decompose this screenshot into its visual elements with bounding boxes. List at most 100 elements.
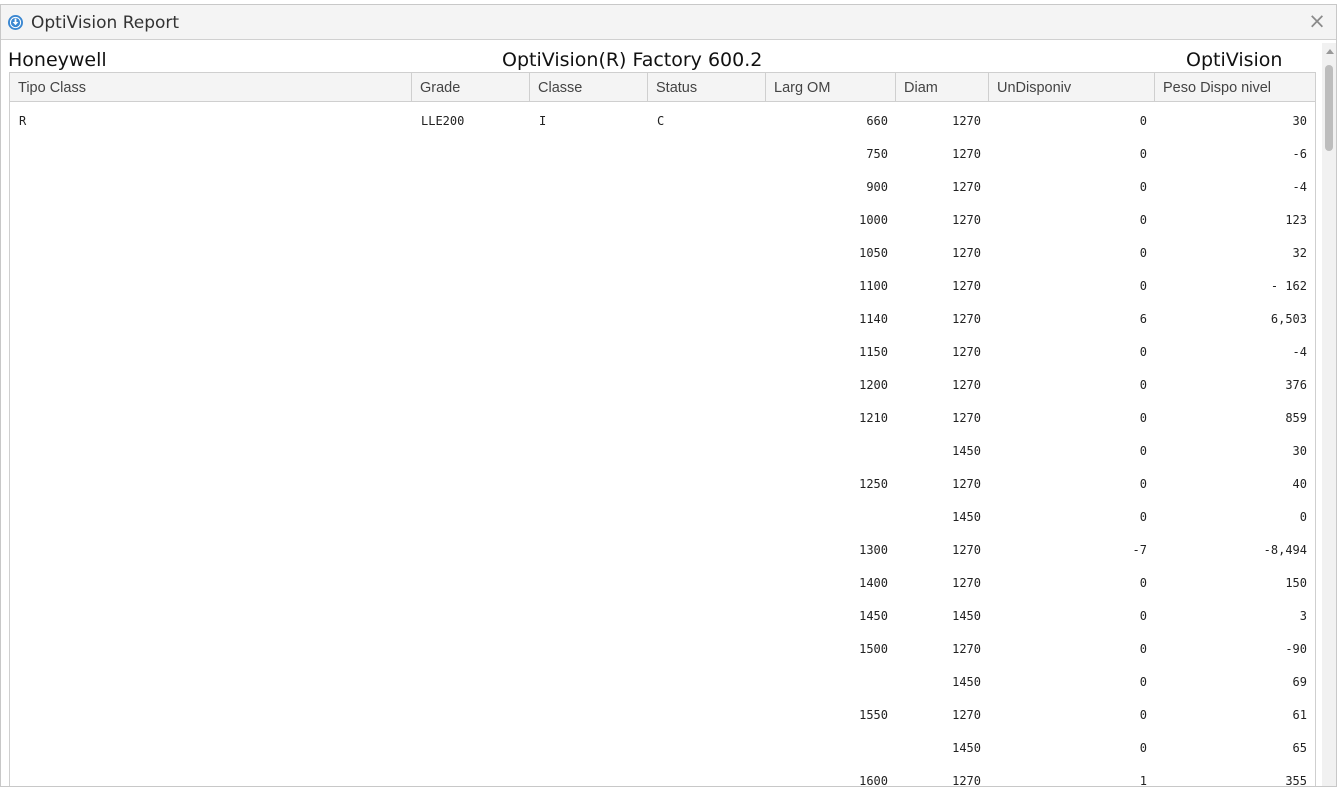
column-header-diam[interactable]: Diam xyxy=(896,73,989,101)
cell-undisponiv: 6 xyxy=(1139,312,1147,326)
cell-tipo-class xyxy=(10,135,412,168)
table-row[interactable]: 1550 1270 0 61 xyxy=(10,696,1315,729)
cell-undisponiv: 1 xyxy=(1139,774,1147,787)
cell-peso-dispo-nivel: 30 xyxy=(1292,114,1307,128)
close-button[interactable]: × xyxy=(1308,11,1326,32)
cell-larg-om: 1300 xyxy=(859,543,888,557)
cell-larg-om xyxy=(766,663,896,696)
cell-diam: 1270 xyxy=(952,147,981,161)
cell-grade xyxy=(412,762,530,786)
table-row[interactable]: 1100 1270 0 - 162 xyxy=(10,267,1315,300)
cell-classe xyxy=(530,366,648,399)
cell-diam: 1450 xyxy=(952,444,981,458)
table-row[interactable]: 1300 1270 -7 -8,494 xyxy=(10,531,1315,564)
cell-grade xyxy=(412,201,530,234)
table-row[interactable]: R LLE200 I C 660 1270 0 30 xyxy=(10,102,1315,135)
cell-diam: 1270 xyxy=(952,411,981,425)
cell-classe xyxy=(530,234,648,267)
cell-larg-om xyxy=(766,729,896,762)
cell-classe xyxy=(530,267,648,300)
column-header-tipo-class[interactable]: Tipo Class xyxy=(10,73,412,101)
cell-larg-om: 1140 xyxy=(859,312,888,326)
cell-tipo-class xyxy=(10,300,412,333)
scroll-up-arrow-icon[interactable] xyxy=(1326,49,1334,54)
table-row[interactable]: 1150 1270 0 -4 xyxy=(10,333,1315,366)
cell-undisponiv: 0 xyxy=(1139,708,1147,722)
cell-undisponiv: 0 xyxy=(1139,246,1147,260)
cell-peso-dispo-nivel: 376 xyxy=(1285,378,1307,392)
scrollbar-thumb[interactable] xyxy=(1325,65,1333,151)
table-row[interactable]: 900 1270 0 -4 xyxy=(10,168,1315,201)
cell-status xyxy=(648,498,766,531)
cell-peso-dispo-nivel: 6,503 xyxy=(1270,312,1307,326)
cell-diam: 1270 xyxy=(952,246,981,260)
table-row[interactable]: 1450 1450 0 3 xyxy=(10,597,1315,630)
cell-peso-dispo-nivel: 40 xyxy=(1292,477,1307,491)
cell-classe xyxy=(530,663,648,696)
table-row[interactable]: 1450 0 30 xyxy=(10,432,1315,465)
cell-tipo-class xyxy=(10,201,412,234)
column-header-status[interactable]: Status xyxy=(648,73,766,101)
cell-diam: 1270 xyxy=(952,312,981,326)
cell-diam: 1270 xyxy=(952,477,981,491)
download-circle-icon[interactable] xyxy=(7,14,24,31)
cell-diam: 1270 xyxy=(952,345,981,359)
cell-undisponiv: 0 xyxy=(1139,213,1147,227)
cell-status xyxy=(648,234,766,267)
table-row[interactable]: 1450 0 65 xyxy=(10,729,1315,762)
column-header-larg-om[interactable]: Larg OM xyxy=(766,73,896,101)
table-row[interactable]: 1450 0 69 xyxy=(10,663,1315,696)
table-row[interactable]: 1500 1270 0 -90 xyxy=(10,630,1315,663)
cell-larg-om: 1100 xyxy=(859,279,888,293)
cell-grade xyxy=(412,135,530,168)
cell-tipo-class xyxy=(10,498,412,531)
cell-peso-dispo-nivel: 3 xyxy=(1299,609,1307,623)
report-header: Honeywell OptiVision(R) Factory 600.2 Op… xyxy=(1,39,1321,72)
cell-status xyxy=(648,696,766,729)
table-row[interactable]: 1200 1270 0 376 xyxy=(10,366,1315,399)
cell-diam: 1270 xyxy=(952,774,981,787)
table-row[interactable]: 1140 1270 6 6,503 xyxy=(10,300,1315,333)
report-title: OptiVision(R) Factory 600.2 xyxy=(502,49,763,71)
cell-grade xyxy=(412,300,530,333)
cell-diam: 1270 xyxy=(952,543,981,557)
cell-grade xyxy=(412,333,530,366)
table-row[interactable]: 1050 1270 0 32 xyxy=(10,234,1315,267)
cell-grade xyxy=(412,597,530,630)
cell-status xyxy=(648,432,766,465)
cell-status xyxy=(648,366,766,399)
column-header-undisponiv[interactable]: UnDisponiv xyxy=(989,73,1155,101)
table-row[interactable]: 1450 0 0 xyxy=(10,498,1315,531)
cell-peso-dispo-nivel: 32 xyxy=(1292,246,1307,260)
cell-peso-dispo-nivel: -6 xyxy=(1292,147,1307,161)
cell-classe xyxy=(530,201,648,234)
column-header-classe[interactable]: Classe xyxy=(530,73,648,101)
report-window: OptiVision Report × Honeywell OptiVision… xyxy=(0,4,1337,787)
column-header-peso-dispo-nivel[interactable]: Peso Dispo nivel xyxy=(1155,73,1315,101)
column-header-grade[interactable]: Grade xyxy=(412,73,530,101)
vertical-scrollbar[interactable] xyxy=(1322,43,1336,786)
table-row[interactable]: 1000 1270 0 123 xyxy=(10,201,1315,234)
cell-tipo-class xyxy=(10,531,412,564)
cell-peso-dispo-nivel: -4 xyxy=(1292,180,1307,194)
cell-undisponiv: 0 xyxy=(1139,576,1147,590)
cell-tipo-class xyxy=(10,630,412,663)
cell-undisponiv: 0 xyxy=(1139,345,1147,359)
cell-tipo-class xyxy=(10,564,412,597)
table-row[interactable]: 1210 1270 0 859 xyxy=(10,399,1315,432)
table-row[interactable]: 1600 1270 1 355 xyxy=(10,762,1315,787)
cell-tipo-class xyxy=(10,696,412,729)
cell-classe xyxy=(530,333,648,366)
cell-tipo-class xyxy=(10,333,412,366)
cell-tipo-class: R xyxy=(19,114,27,128)
table-row[interactable]: 750 1270 0 -6 xyxy=(10,135,1315,168)
table-row[interactable]: 1400 1270 0 150 xyxy=(10,564,1315,597)
cell-peso-dispo-nivel: 123 xyxy=(1285,213,1307,227)
cell-status xyxy=(648,300,766,333)
table-row[interactable]: 1250 1270 0 40 xyxy=(10,465,1315,498)
cell-status xyxy=(648,135,766,168)
cell-status xyxy=(648,465,766,498)
cell-grade xyxy=(412,267,530,300)
cell-larg-om: 1600 xyxy=(859,774,888,787)
cell-diam: 1270 xyxy=(952,378,981,392)
